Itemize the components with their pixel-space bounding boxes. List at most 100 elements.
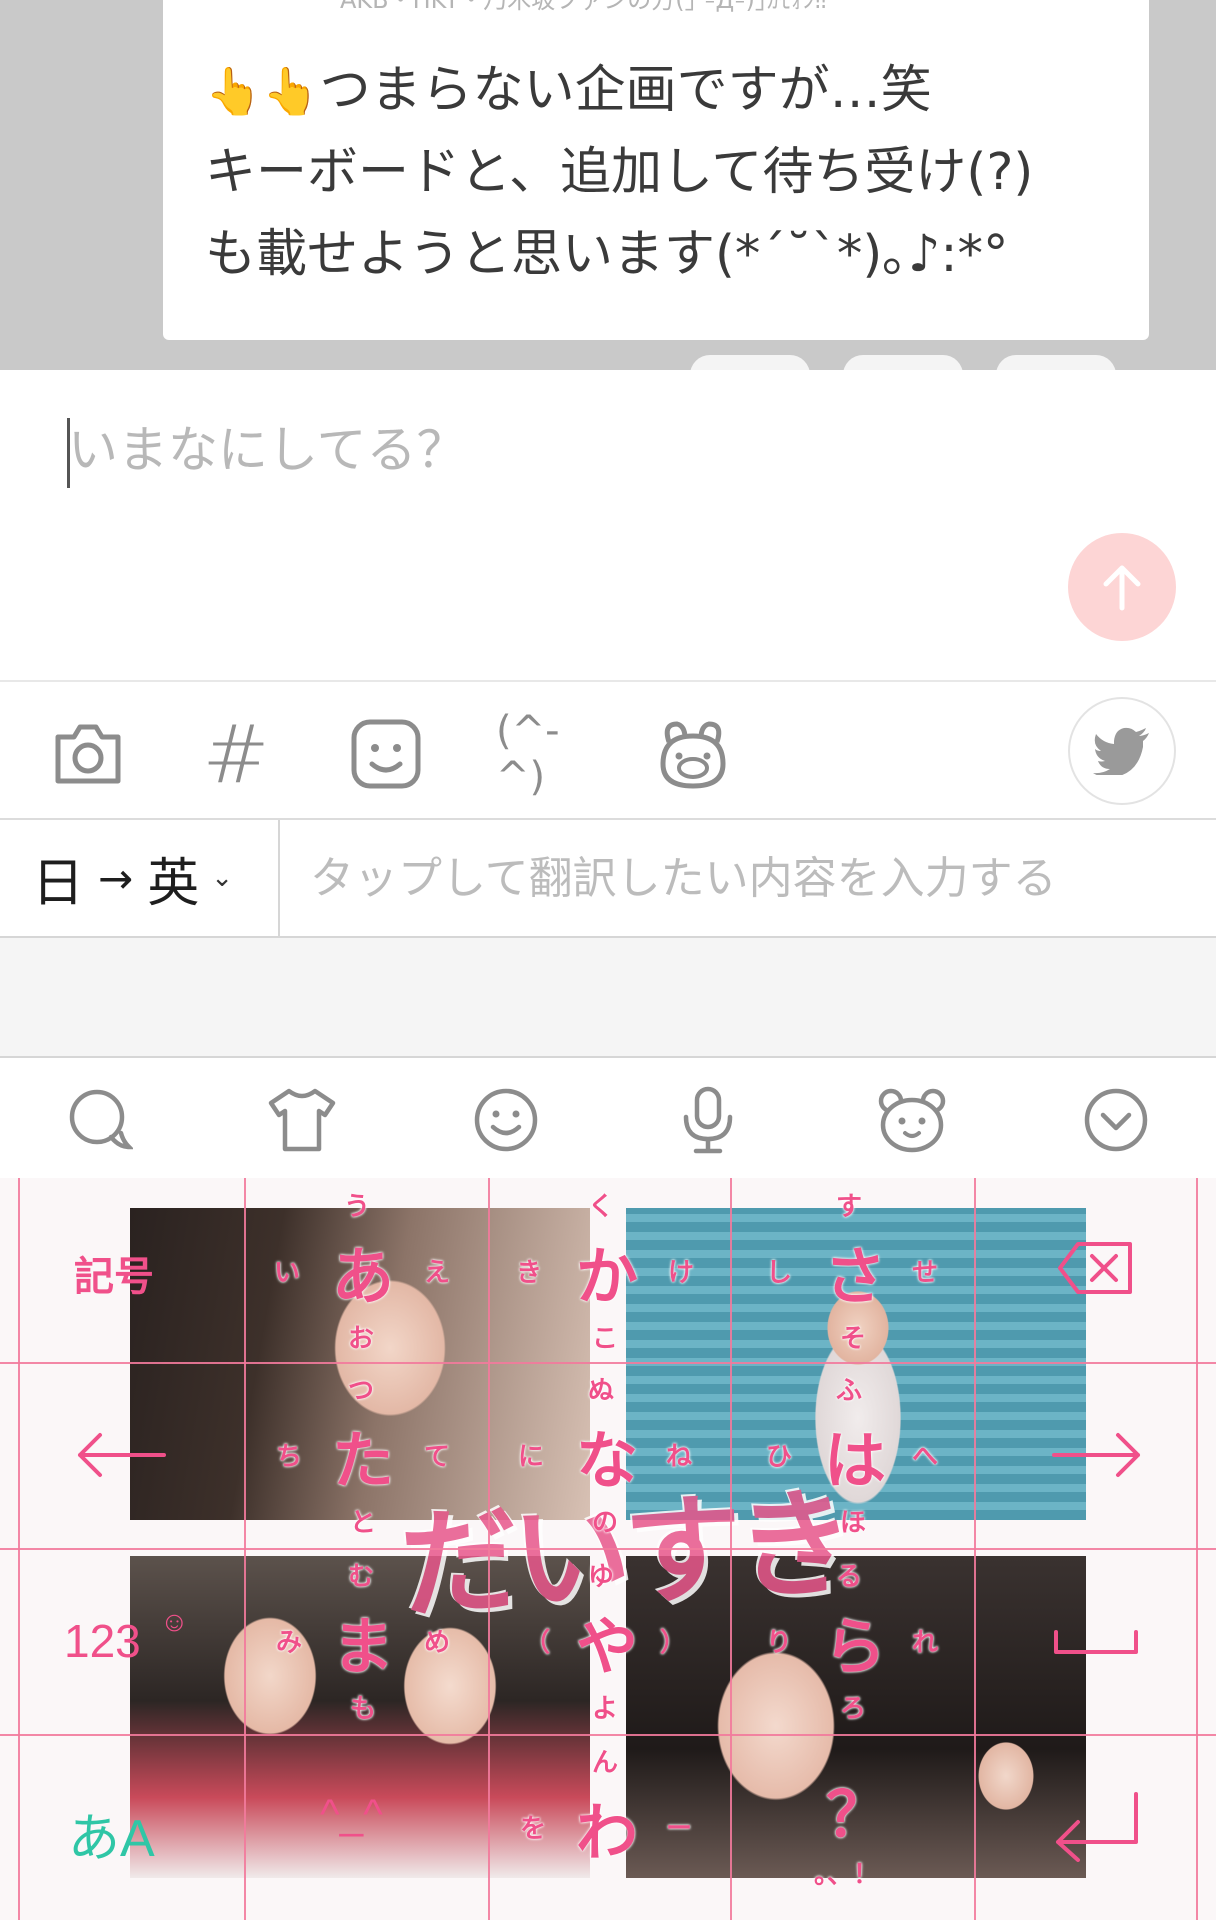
kana-label: わ — [576, 1799, 639, 1868]
kana-label: ほ — [840, 1507, 867, 1537]
post-author-line: AKB・HKT・乃木坂ファンの方(｣ ºДº)｣ｶﾓｫﾝ‼ — [340, 0, 827, 14]
kana-label: め — [424, 1627, 451, 1657]
bear-sticker-icon[interactable] — [872, 1080, 952, 1160]
post-card[interactable]: AKB・HKT・乃木坂ファンの方(｣ ºДº)｣ｶﾓｫﾝ‼ 👆👆つまらない企画で… — [163, 0, 1149, 340]
post-line-1-text: つまらない企画ですが…笑 — [319, 61, 932, 120]
kana-label: た — [332, 1427, 395, 1496]
kaomoji-icon[interactable]: (^-^) — [496, 708, 586, 800]
delete-key[interactable] — [974, 1178, 1196, 1362]
punctuation-key[interactable]: ？ 。、！ — [730, 1734, 974, 1920]
kana-key-sa[interactable]: す し さ せ そ — [730, 1178, 974, 1362]
kaomoji-key[interactable]: ^_^ — [244, 1734, 488, 1920]
keyboard-toolbar — [0, 1060, 1216, 1178]
pointing-hand-icon: 👆👆 — [205, 64, 320, 118]
input-mode-label: あA — [68, 1810, 155, 1868]
kana-label: け — [668, 1257, 695, 1287]
symbols-key[interactable]: 記号 — [18, 1178, 244, 1362]
collapse-keyboard-icon[interactable] — [1076, 1080, 1156, 1160]
kana-label: そ — [840, 1323, 867, 1353]
kana-key-na[interactable]: ぬ に な ね の — [488, 1362, 730, 1548]
source-language: 日 — [32, 853, 85, 914]
kaomoji-key-label: ^_^ — [320, 1790, 383, 1837]
twitter-share-button[interactable] — [1068, 697, 1176, 805]
smiley-icon[interactable] — [466, 1080, 546, 1160]
kana-label: れ — [912, 1627, 939, 1657]
space-bar-icon — [1054, 1630, 1138, 1654]
space-key[interactable] — [974, 1548, 1196, 1734]
kana-key-ma[interactable]: む み ま め も — [244, 1548, 488, 1734]
kana-label: は — [824, 1427, 887, 1496]
target-language: 英 — [147, 853, 200, 914]
kana-label: ） — [660, 1627, 687, 1657]
numbers-key[interactable]: 123 ☺ — [18, 1548, 244, 1734]
kana-label: ぬ — [588, 1375, 615, 1405]
input-mode-key[interactable]: あA — [18, 1734, 244, 1920]
kana-label: に — [518, 1441, 545, 1471]
kana-key-ka[interactable]: く き か け こ — [488, 1178, 730, 1362]
kana-label: む — [348, 1561, 375, 1591]
arrow-right-icon — [1052, 1433, 1140, 1477]
emoji-icon[interactable] — [346, 714, 426, 794]
reaction-pill[interactable] — [690, 355, 810, 370]
hashtag-icon[interactable]: # — [196, 708, 276, 801]
kana-label: つ — [348, 1375, 375, 1405]
kana-label: 。、！ — [814, 1859, 880, 1889]
kana-key-ra[interactable]: る り ら れ ろ — [730, 1548, 974, 1734]
kana-label: も — [350, 1693, 377, 1723]
flick-keyboard: だいすき 記号 う い あ え お く き か け こ す し さ せ そ つ … — [0, 1178, 1216, 1920]
compose-toolbar: # (^-^) — [0, 684, 1216, 820]
symbols-key-label: 記号 — [74, 1255, 154, 1299]
language-direction-selector[interactable]: 日 → 英 ⌄ — [0, 820, 280, 936]
kana-key-ha[interactable]: ふ ひ は へ ほ — [730, 1362, 974, 1548]
kana-label: さ — [824, 1243, 887, 1312]
kana-label: と — [350, 1507, 377, 1537]
kana-label: ふ — [836, 1375, 863, 1405]
kana-label: る — [836, 1561, 863, 1591]
kana-label: ま — [332, 1613, 395, 1682]
compose-area — [0, 370, 1216, 682]
kana-label: へ — [912, 1441, 939, 1471]
translate-input[interactable] — [310, 838, 1190, 918]
enter-icon — [1056, 1792, 1138, 1862]
kana-key-a[interactable]: う い あ え お — [244, 1178, 488, 1362]
post-line-3: も載せようと思います(*´˘`*)｡♪:*° — [205, 225, 1009, 284]
kana-label: お — [348, 1323, 375, 1353]
enter-key[interactable] — [974, 1734, 1196, 1920]
cursor-left-key[interactable] — [18, 1362, 244, 1548]
microphone-icon[interactable] — [668, 1080, 748, 1160]
camera-icon[interactable] — [48, 714, 128, 794]
kana-label: ？ — [826, 1781, 889, 1850]
compose-input[interactable] — [68, 410, 968, 490]
kana-label: よ — [592, 1693, 619, 1723]
kana-label: し — [766, 1257, 793, 1287]
search-icon[interactable] — [60, 1080, 140, 1160]
send-button[interactable] — [1068, 533, 1176, 641]
smiley-small-icon: ☺ — [160, 1606, 189, 1637]
kana-label: く — [588, 1191, 615, 1221]
kana-label: ー — [666, 1813, 693, 1843]
arrow-right-icon: → — [98, 853, 134, 903]
theme-shirt-icon[interactable] — [262, 1080, 342, 1160]
kana-label: い — [274, 1257, 301, 1287]
kana-label: み — [276, 1627, 303, 1657]
post-line-1: 👆👆つまらない企画ですが…笑 — [205, 50, 1125, 132]
backspace-icon — [1058, 1242, 1132, 1294]
numbers-key-label: 123 — [64, 1615, 141, 1667]
kana-key-wa[interactable]: ん を わ ー — [488, 1734, 730, 1920]
cursor-right-key[interactable] — [974, 1362, 1196, 1548]
kana-key-ta[interactable]: つ ち た て と — [244, 1362, 488, 1548]
kana-label: な — [576, 1427, 639, 1496]
kana-label: （ — [524, 1627, 551, 1657]
kana-label: す — [836, 1191, 863, 1221]
kana-label: ひ — [766, 1441, 793, 1471]
kana-label: ち — [276, 1441, 303, 1471]
kana-label: ら — [824, 1613, 887, 1682]
reaction-pill[interactable] — [843, 355, 963, 370]
reaction-pill[interactable] — [996, 355, 1116, 370]
arrow-left-icon — [78, 1433, 166, 1477]
kana-key-ya[interactable]: ゆ （ や ） よ — [488, 1548, 730, 1734]
stamp-bear-icon[interactable] — [653, 714, 733, 794]
arrow-up-icon — [1103, 565, 1141, 611]
kana-label: え — [424, 1257, 451, 1287]
post-line-2: キーボードと、追加して待ち受け(?) — [205, 143, 1034, 202]
